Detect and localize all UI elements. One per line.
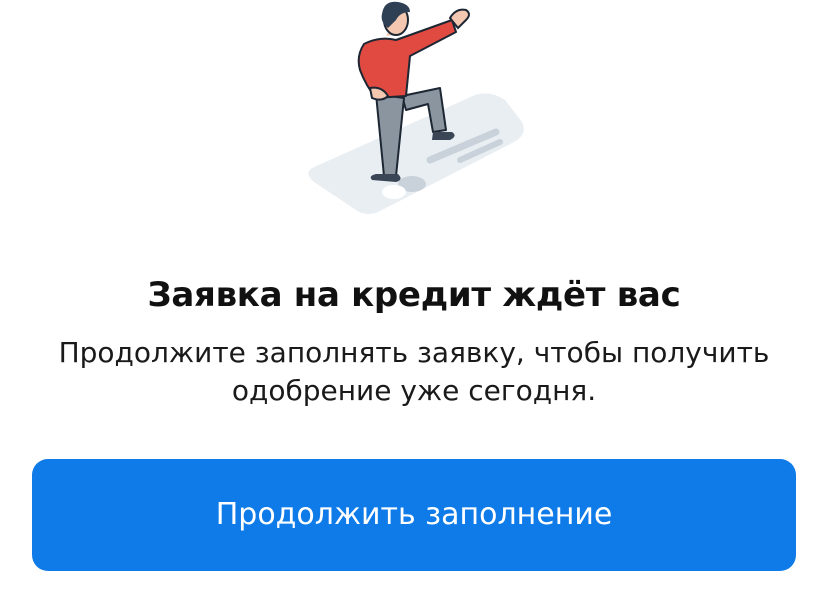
- subtitle: Продолжите заполнять заявку, чтобы получ…: [24, 334, 804, 410]
- page-title: Заявка на кредит ждёт вас: [147, 275, 681, 315]
- person-stepping-on-card-icon: [300, 0, 540, 225]
- credit-card-shape: [308, 93, 524, 214]
- subtitle-line: Продолжите заполнять заявку, чтобы получ…: [58, 336, 770, 369]
- continue-filling-button[interactable]: Продолжить заполнение: [32, 459, 796, 571]
- subtitle-line: одобрение уже сегодня.: [231, 374, 597, 407]
